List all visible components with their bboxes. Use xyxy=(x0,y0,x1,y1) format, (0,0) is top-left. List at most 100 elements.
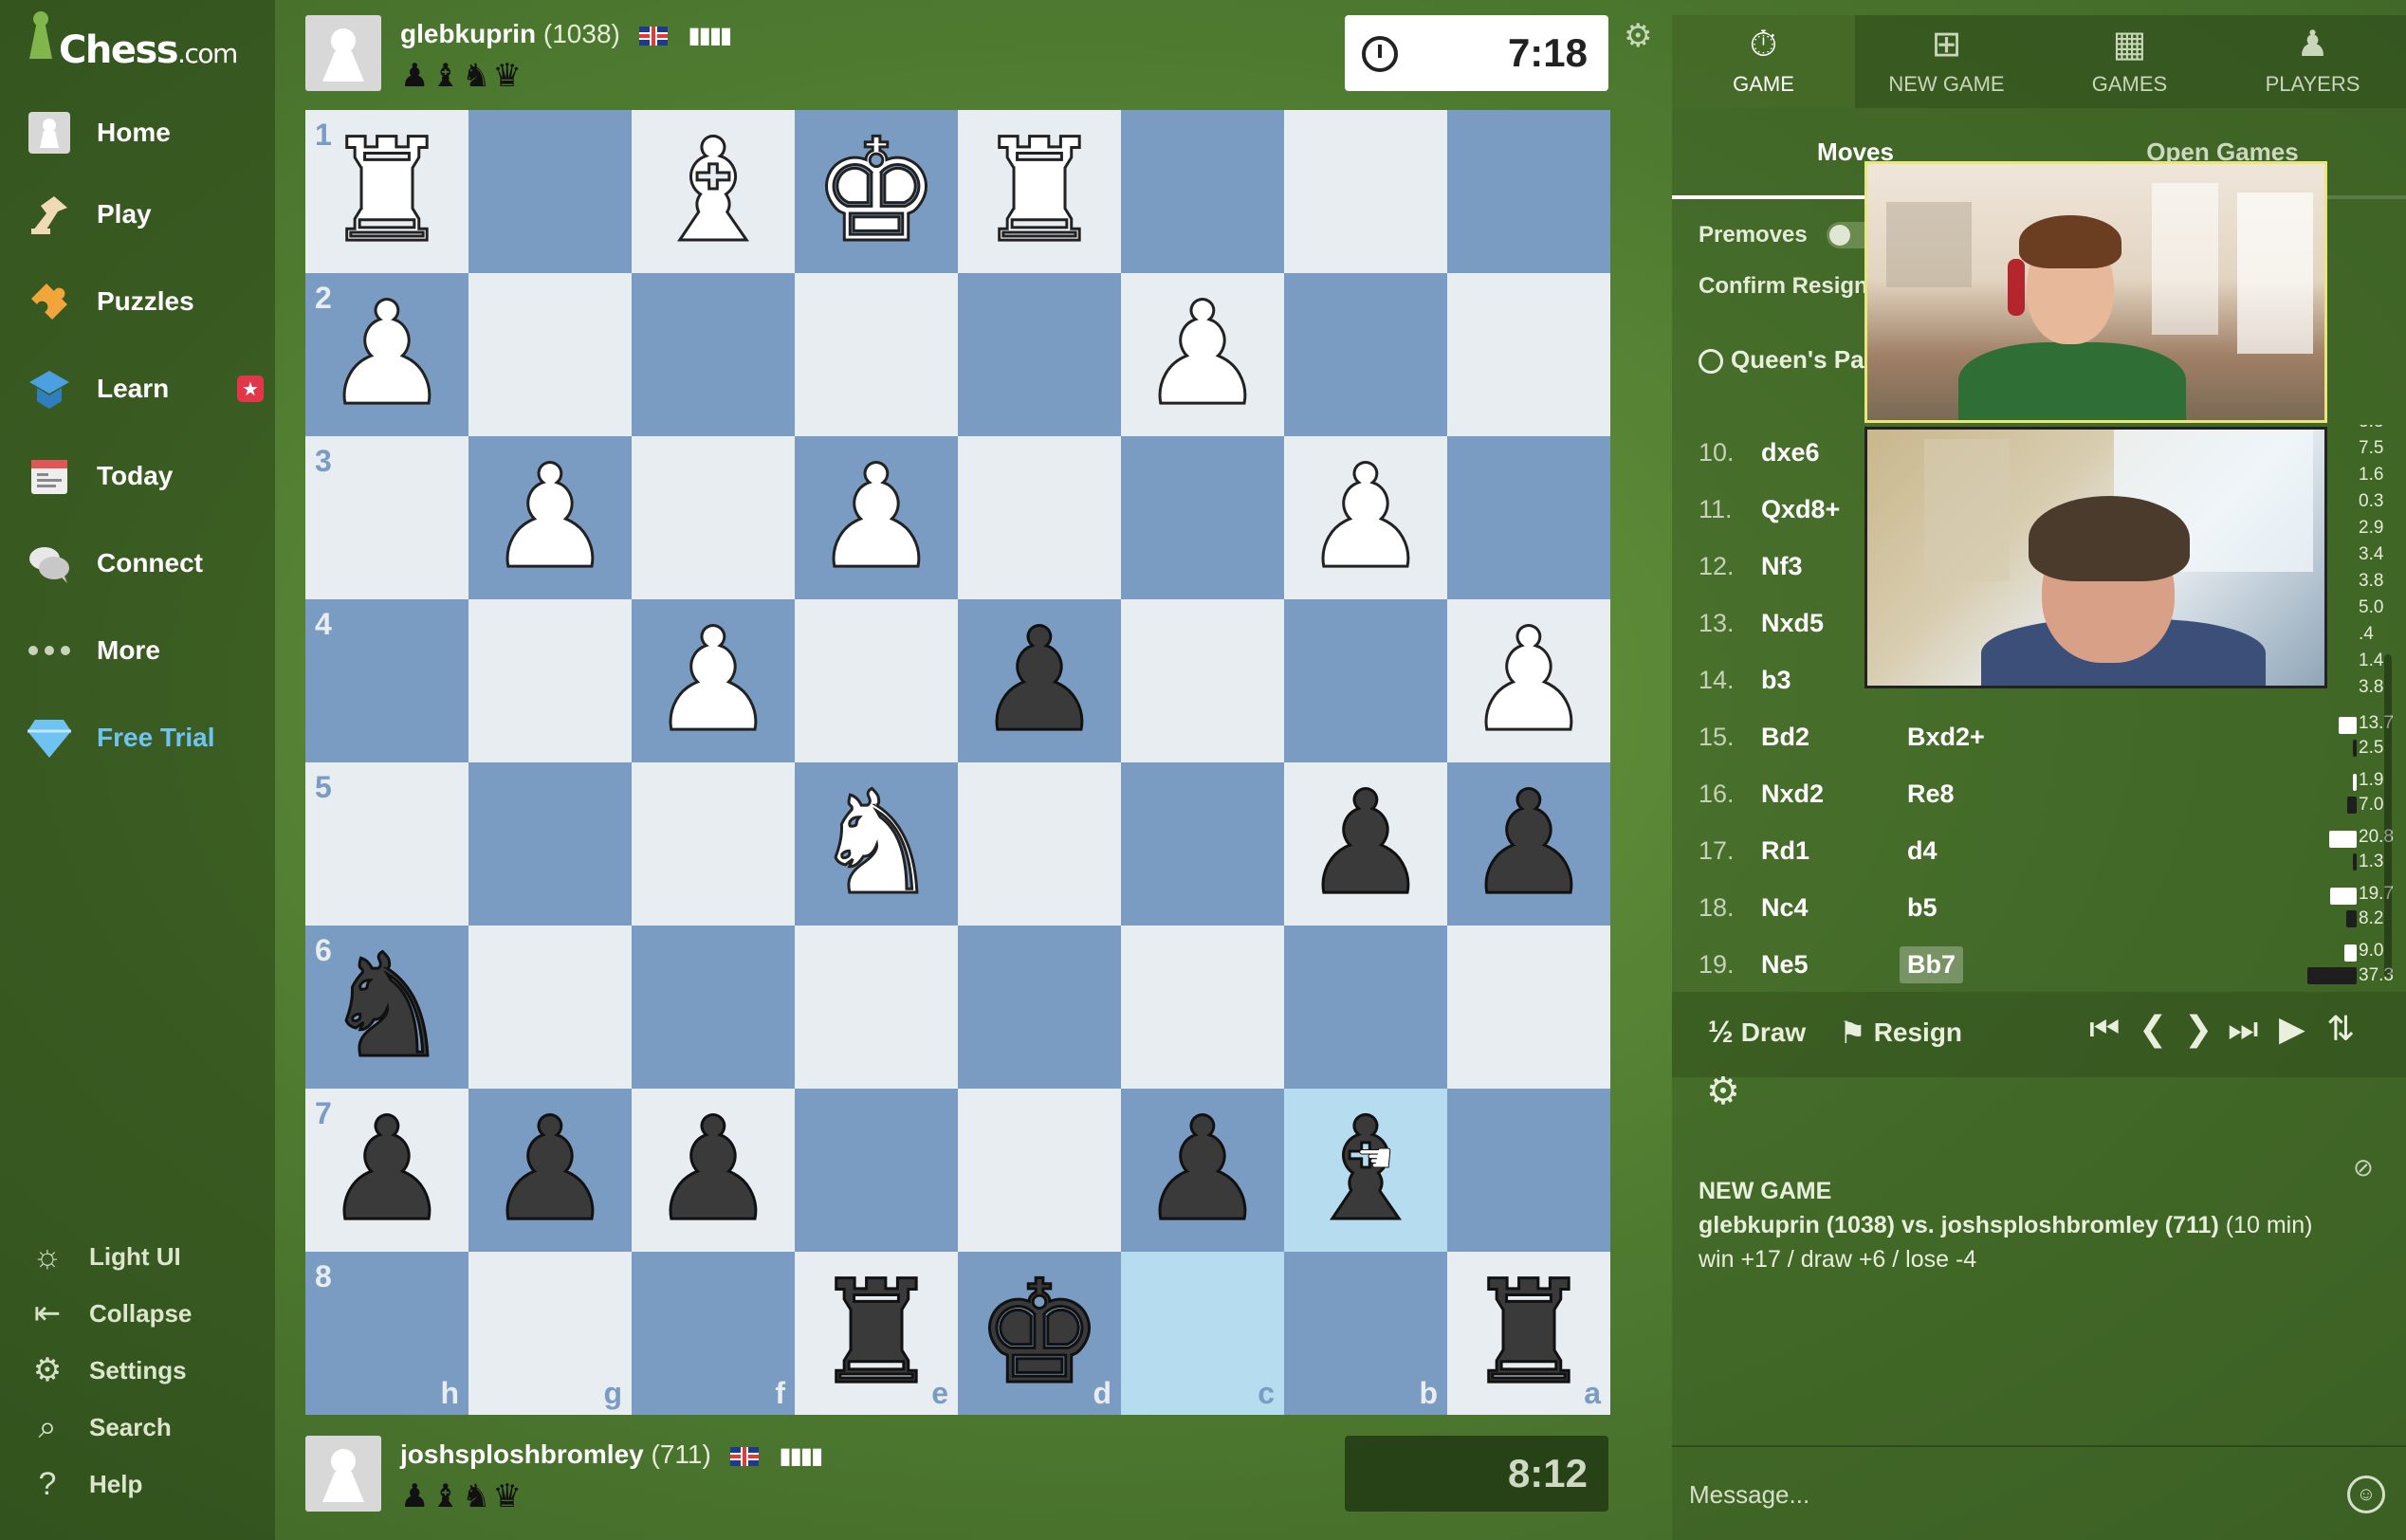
board-square[interactable]: ♟ xyxy=(468,1089,632,1252)
board-square[interactable] xyxy=(468,926,632,1089)
board-square[interactable]: ♟ xyxy=(958,599,1121,762)
board-square[interactable] xyxy=(1121,762,1284,926)
board-square[interactable] xyxy=(1121,110,1284,273)
board-square[interactable]: a ♜ xyxy=(1447,1252,1610,1415)
board-square[interactable]: ♟ xyxy=(1284,762,1447,926)
board-square[interactable] xyxy=(1121,926,1284,1089)
board-square[interactable]: e ♜ xyxy=(795,1252,958,1415)
board-square[interactable] xyxy=(958,926,1121,1089)
board-square[interactable] xyxy=(958,273,1121,436)
black-move[interactable]: Bb7 xyxy=(1900,946,1964,983)
board-square[interactable] xyxy=(1284,926,1447,1089)
board-square[interactable] xyxy=(958,436,1121,599)
draw-button[interactable]: ½ Draw xyxy=(1708,1015,1806,1050)
nav-puzzles[interactable]: Puzzles xyxy=(0,264,275,339)
board-square[interactable] xyxy=(1447,1089,1610,1252)
board-square[interactable]: 1 ♜ xyxy=(305,110,468,273)
black-move[interactable]: Bxd2+ xyxy=(1900,719,1993,756)
white-move[interactable]: Bd2 xyxy=(1754,719,1817,756)
board-square[interactable]: g xyxy=(468,1252,632,1415)
gear-icon[interactable]: ⚙ xyxy=(1706,1070,1740,1113)
board-square[interactable] xyxy=(1121,599,1284,762)
board-square[interactable]: ♟ xyxy=(1447,599,1610,762)
board-square[interactable] xyxy=(795,273,958,436)
black-pawn-piece[interactable]: ♟ xyxy=(1300,772,1430,917)
board-square[interactable]: b xyxy=(1284,1252,1447,1415)
board-square[interactable]: ♞ xyxy=(795,762,958,926)
black-pawn-piece[interactable]: ♟ xyxy=(648,1098,778,1243)
board-square[interactable] xyxy=(958,1089,1121,1252)
white-pawn-piece[interactable]: ♟ xyxy=(1300,446,1430,591)
board-square[interactable]: ♟ xyxy=(1447,762,1610,926)
board-square[interactable]: 5 xyxy=(305,762,468,926)
nav-today[interactable]: Today xyxy=(0,438,275,514)
white-pawn-piece[interactable]: ♟ xyxy=(485,446,615,591)
emoji-icon[interactable]: ☺ xyxy=(2347,1476,2385,1513)
board-square[interactable] xyxy=(1284,273,1447,436)
avatar[interactable] xyxy=(305,1436,381,1512)
white-move[interactable]: Nxd2 xyxy=(1754,776,1831,813)
black-knight-piece[interactable]: ♞ xyxy=(321,935,451,1080)
board-square[interactable]: ♚ xyxy=(795,110,958,273)
board-square[interactable]: 7 ♟ xyxy=(305,1089,468,1252)
opening-name[interactable]: Queen's Pa xyxy=(1699,345,1864,375)
white-move[interactable]: Rd1 xyxy=(1754,833,1817,870)
white-move[interactable]: Qxd8+ xyxy=(1754,491,1847,528)
bottom-player-name[interactable]: joshsploshbromley xyxy=(400,1439,644,1469)
white-move[interactable]: Ne5 xyxy=(1754,946,1816,983)
last-move-icon[interactable]: ⏭ xyxy=(2228,1009,2258,1050)
white-move[interactable]: Nf3 xyxy=(1754,548,1810,585)
board-settings-gear-icon[interactable]: ⚙ xyxy=(1624,17,1652,55)
white-move[interactable]: Nc4 xyxy=(1754,889,1816,926)
board-square[interactable]: ♟ xyxy=(1121,273,1284,436)
board-square[interactable] xyxy=(795,1089,958,1252)
white-pawn-piece[interactable]: ♟ xyxy=(648,609,778,754)
board-square[interactable]: c xyxy=(1121,1252,1284,1415)
white-knight-piece[interactable]: ♞ xyxy=(811,772,941,917)
resign-button[interactable]: ⚑ Resign xyxy=(1839,1015,1962,1051)
nav-home[interactable]: Home xyxy=(0,95,275,171)
tab-game[interactable]: ⏱ GAME xyxy=(1672,15,1855,108)
nav-free-trial[interactable]: Free Trial xyxy=(0,700,275,776)
white-bishop-piece[interactable]: ♝ xyxy=(648,119,778,265)
move-list-scrollbar[interactable] xyxy=(2384,654,2392,977)
board-square[interactable] xyxy=(632,273,795,436)
white-rook-piece[interactable]: ♜ xyxy=(974,119,1104,265)
board-square[interactable] xyxy=(1447,926,1610,1089)
tab-players[interactable]: ♟ PLAYERS xyxy=(2221,15,2404,108)
board-square[interactable]: 2 ♟ xyxy=(305,273,468,436)
search-link[interactable]: ⌕ Search xyxy=(0,1400,275,1455)
avatar[interactable] xyxy=(305,15,381,91)
next-move-icon[interactable]: ❯ xyxy=(2184,1009,2213,1049)
white-pawn-piece[interactable]: ♟ xyxy=(1463,609,1593,754)
board-square[interactable] xyxy=(1447,110,1610,273)
black-pawn-piece[interactable]: ♟ xyxy=(974,609,1104,754)
board-square[interactable] xyxy=(1284,110,1447,273)
board-square[interactable]: ♜ xyxy=(958,110,1121,273)
white-rook-piece[interactable]: ♜ xyxy=(321,119,451,265)
light-ui-toggle[interactable]: ☼ Light UI xyxy=(0,1229,275,1284)
board-square[interactable] xyxy=(632,926,795,1089)
board-square[interactable]: 4 xyxy=(305,599,468,762)
board-square[interactable] xyxy=(468,762,632,926)
board-square[interactable] xyxy=(1121,436,1284,599)
tab-games[interactable]: ▦ GAMES xyxy=(2038,15,2221,108)
previous-move-icon[interactable]: ❮ xyxy=(2139,1009,2167,1049)
black-king-piece[interactable]: ♚ xyxy=(974,1261,1104,1406)
board-square[interactable]: ♟ xyxy=(1284,436,1447,599)
board-square[interactable]: ♟ xyxy=(468,436,632,599)
help-link[interactable]: ? Help xyxy=(0,1457,275,1512)
board-square[interactable]: ♝ xyxy=(632,110,795,273)
board-square[interactable] xyxy=(958,762,1121,926)
tab-new-game[interactable]: ⊞ NEW GAME xyxy=(1855,15,2038,108)
black-pawn-piece[interactable]: ♟ xyxy=(1463,772,1593,917)
black-pawn-piece[interactable]: ♟ xyxy=(485,1098,615,1243)
top-player-name[interactable]: glebkuprin xyxy=(400,19,536,48)
black-move[interactable]: d4 xyxy=(1900,833,1945,870)
board-square[interactable] xyxy=(795,599,958,762)
settings-link[interactable]: ⚙ Settings xyxy=(0,1343,275,1398)
board-square[interactable]: ♟ xyxy=(795,436,958,599)
white-move[interactable]: Nxd5 xyxy=(1754,605,1831,642)
message-input[interactable] xyxy=(1689,1474,2315,1515)
chess-com-logo[interactable]: Chess.com xyxy=(27,11,238,72)
